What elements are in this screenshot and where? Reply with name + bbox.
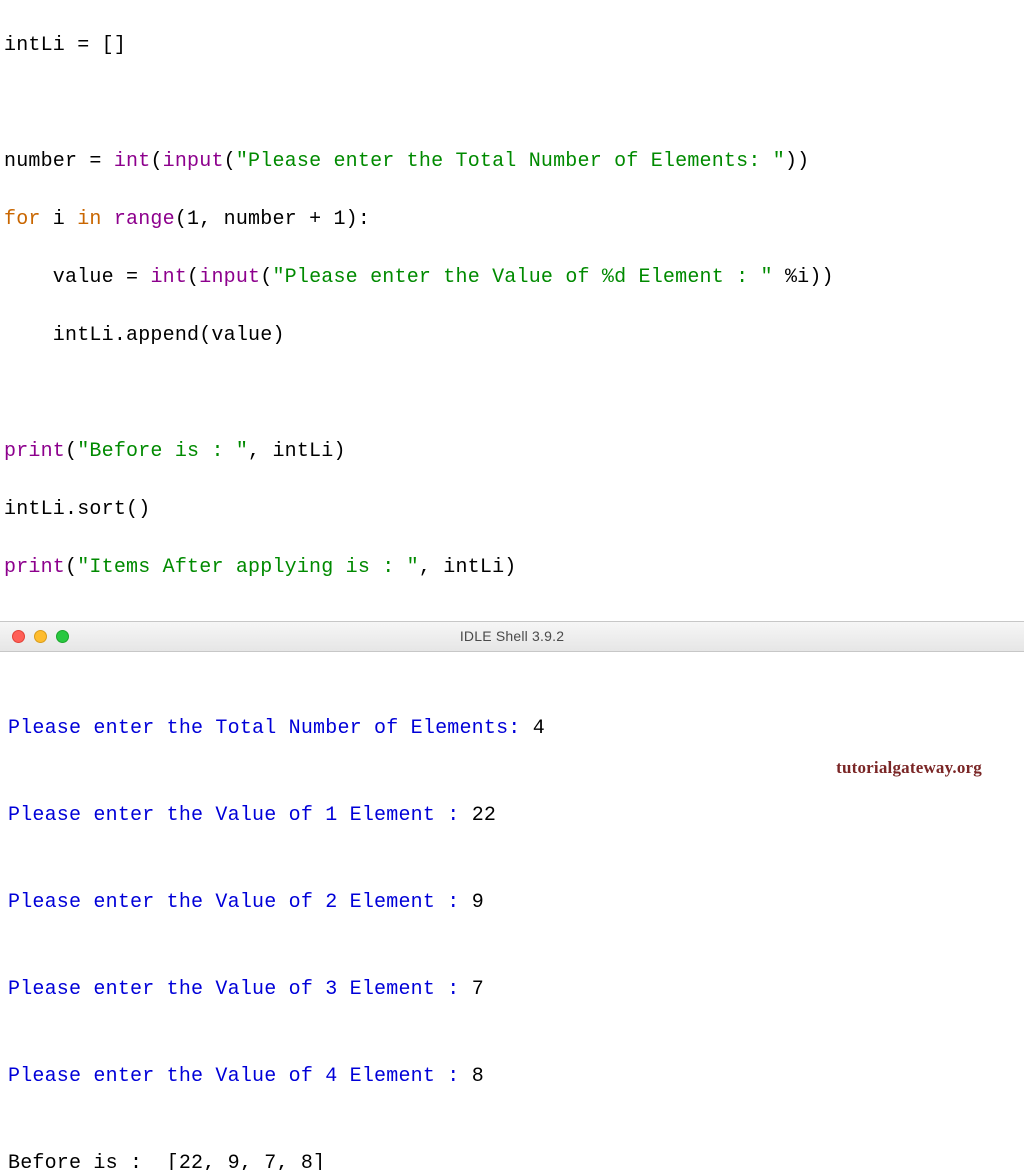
code-line: value = int(input("Please enter the Valu… <box>4 263 1020 292</box>
shell-line: Please enter the Value of 2 Element : 9 <box>8 888 1020 917</box>
window-titlebar[interactable]: IDLE Shell 3.9.2 <box>0 622 1024 652</box>
shell-line: Please enter the Value of 4 Element : 8 <box>8 1062 1020 1091</box>
code-line: intLi.append(value) <box>4 321 1020 350</box>
shell-line: Please enter the Total Number of Element… <box>8 714 1020 743</box>
shell-line: Please enter the Value of 1 Element : 22 <box>8 801 1020 830</box>
shell-output[interactable]: Please enter the Total Number of Element… <box>0 652 1024 1170</box>
idle-window: IDLE Shell 3.9.2 Please enter the Total … <box>0 621 1024 1170</box>
code-line: intLi = [] <box>4 31 1020 60</box>
code-line: intLi.sort() <box>4 495 1020 524</box>
code-line: for i in range(1, number + 1): <box>4 205 1020 234</box>
code-line: number = int(input("Please enter the Tot… <box>4 147 1020 176</box>
code-line <box>4 379 1020 408</box>
code-editor[interactable]: intLi = [] number = int(input("Please en… <box>0 0 1024 617</box>
shell-line: Before is : [22, 9, 7, 8] <box>8 1149 1020 1170</box>
shell-line: Please enter the Value of 3 Element : 7 <box>8 975 1020 1004</box>
watermark: tutorialgateway.org <box>836 756 982 781</box>
window-title: IDLE Shell 3.9.2 <box>0 626 1024 646</box>
code-line: print("Before is : ", intLi) <box>4 437 1020 466</box>
code-line <box>4 89 1020 118</box>
code-line: print("Items After applying is : ", intL… <box>4 553 1020 582</box>
